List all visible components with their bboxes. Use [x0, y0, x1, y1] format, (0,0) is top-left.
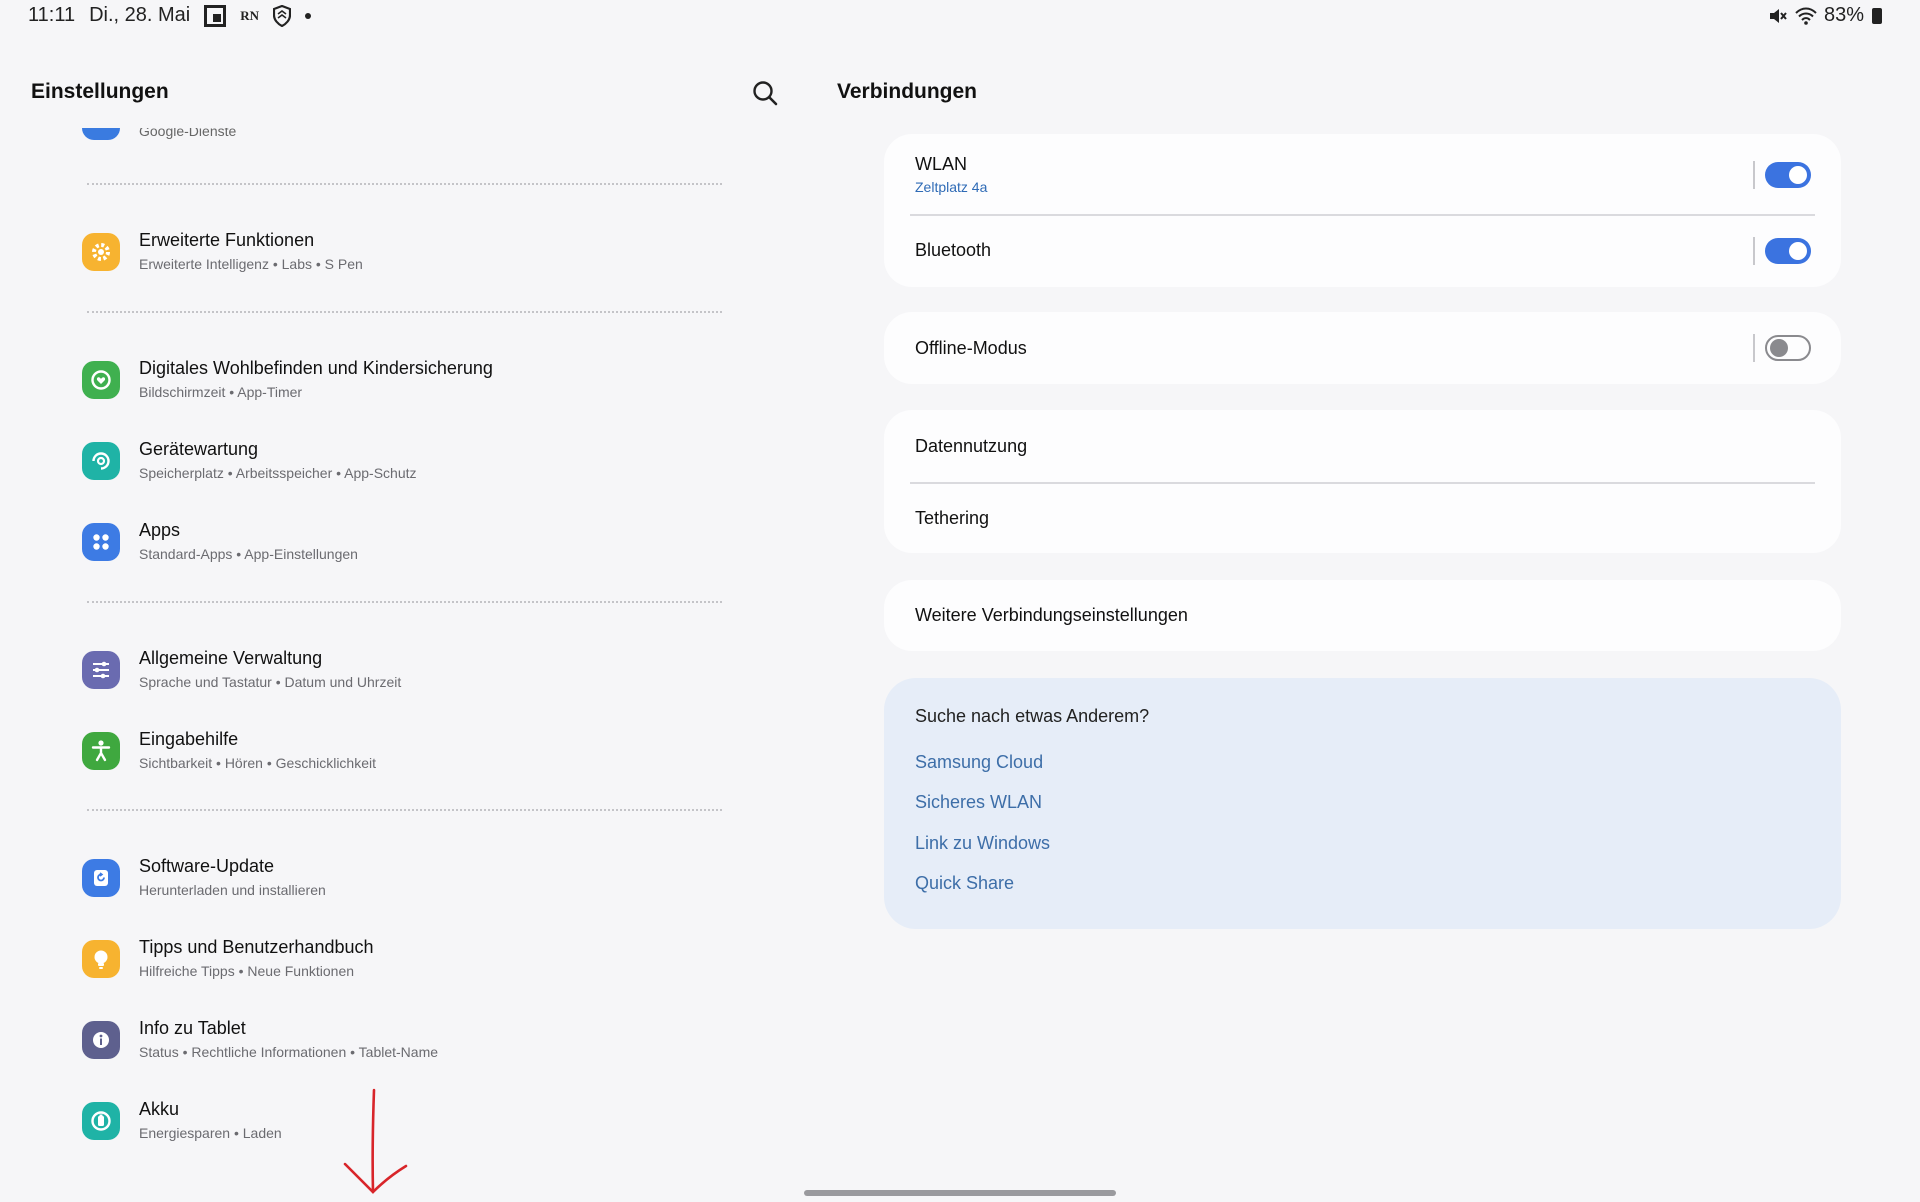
- bluetooth-row[interactable]: Bluetooth: [884, 216, 1841, 286]
- more-connection-settings-label: Weitere Verbindungseinstellungen: [915, 605, 1188, 625]
- item-title: Erweiterte Funktionen: [139, 230, 315, 250]
- settings-item-tips[interactable]: Tipps und Benutzerhandbuch Hilfreiche Ti…: [82, 930, 722, 990]
- row-separator: [1753, 237, 1755, 265]
- search-icon: [753, 81, 778, 106]
- item-title: Digitales Wohlbefinden und Kindersicheru…: [139, 358, 493, 378]
- bluetooth-label: Bluetooth: [915, 240, 992, 260]
- settings-item-about-tablet[interactable]: Info zu Tablet Status • Rechtliche Infor…: [82, 1011, 722, 1071]
- wellbeing-icon: [82, 361, 120, 399]
- group-divider: [87, 809, 722, 811]
- item-subtitle: Bildschirmzeit • App-Timer: [139, 384, 303, 400]
- item-subtitle: Sprache und Tastatur • Datum und Uhrzeit: [139, 674, 402, 690]
- gear-icon: [82, 233, 120, 271]
- list-item-google-services[interactable]: Google-Dienste: [82, 128, 722, 142]
- wlan-toggle[interactable]: [1765, 162, 1811, 188]
- link-secure-wifi[interactable]: Sicheres WLAN: [915, 792, 1042, 813]
- mute-icon: [1769, 8, 1787, 23]
- group-divider: [87, 183, 722, 185]
- status-bar: 11:11 Di., 28. Mai RN 83%: [0, 0, 1920, 34]
- google-services-icon: [82, 128, 120, 140]
- clock: 11:11: [28, 4, 76, 26]
- wlan-row[interactable]: WLAN Zeltplatz 4a: [884, 134, 1841, 214]
- sliders-icon: [82, 651, 120, 689]
- battery-status-icon: [1872, 7, 1882, 24]
- settings-item-apps[interactable]: Apps Standard-Apps • App-Einstellungen: [82, 513, 722, 573]
- settings-item-accessibility[interactable]: Eingabehilfe Sichtbarkeit • Hören • Gesc…: [82, 722, 722, 782]
- rn-notification-icon: RN: [240, 7, 260, 23]
- scroll-down-annotation-arrow: [343, 1088, 408, 1194]
- item-title: Allgemeine Verwaltung: [139, 648, 323, 668]
- lightbulb-icon: [82, 940, 120, 978]
- device-care-icon: [82, 442, 120, 480]
- search-button[interactable]: [750, 78, 780, 108]
- row-separator: [1753, 334, 1755, 362]
- suggestions-title: Suche nach etwas Anderem?: [915, 706, 1150, 726]
- settings-item-device-care[interactable]: Gerätewartung Speicherplatz • Arbeitsspe…: [82, 432, 722, 492]
- more-notifications-icon: [305, 12, 312, 19]
- item-title: Apps: [139, 520, 181, 540]
- apps-icon: [82, 523, 120, 561]
- settings-item-digital-wellbeing[interactable]: Digitales Wohlbefinden und Kindersicheru…: [82, 351, 722, 411]
- wireless-card: WLAN Zeltplatz 4a Bluetooth: [884, 134, 1841, 287]
- data-card: Datennutzung Tethering: [884, 410, 1841, 553]
- offline-mode-label: Offline-Modus: [915, 338, 1027, 358]
- item-subtitle: Hilfreiche Tipps • Neue Funktionen: [139, 963, 355, 979]
- info-icon: [82, 1021, 120, 1059]
- item-title: Info zu Tablet: [139, 1018, 246, 1038]
- data-usage-label: Datennutzung: [915, 436, 1028, 456]
- more-settings-card: Weitere Verbindungseinstellungen: [884, 580, 1841, 651]
- wlan-label: WLAN: [915, 154, 968, 174]
- settings-item-advanced-features[interactable]: Erweiterte Funktionen Erweiterte Intelli…: [82, 223, 722, 283]
- shield-icon: [273, 4, 292, 27]
- bluetooth-toggle[interactable]: [1765, 238, 1811, 264]
- suggestions-card: Suche nach etwas Anderem? Samsung Cloud …: [884, 678, 1841, 929]
- more-connection-settings-row[interactable]: Weitere Verbindungseinstellungen: [884, 580, 1841, 651]
- tethering-row[interactable]: Tethering: [884, 484, 1841, 553]
- item-title: Eingabehilfe: [139, 729, 239, 749]
- item-subtitle: Speicherplatz • Arbeitsspeicher • App-Sc…: [139, 465, 417, 481]
- item-subtitle: Erweiterte Intelligenz • Labs • S Pen: [139, 256, 363, 272]
- settings-item-software-update[interactable]: Software-Update Herunterladen und instal…: [82, 849, 722, 909]
- list-item-label: Google-Dienste: [139, 128, 237, 139]
- offline-mode-toggle[interactable]: [1765, 335, 1811, 361]
- battery-icon: [82, 1102, 120, 1140]
- item-title: Akku: [139, 1099, 180, 1119]
- home-gesture-handle[interactable]: [804, 1190, 1116, 1196]
- group-divider: [87, 601, 722, 603]
- offline-card: Offline-Modus: [884, 312, 1841, 384]
- row-separator: [1753, 161, 1755, 189]
- link-samsung-cloud[interactable]: Samsung Cloud: [915, 752, 1043, 773]
- page-title: Einstellungen: [31, 80, 169, 103]
- detail-title: Verbindungen: [837, 80, 978, 103]
- link-to-windows[interactable]: Link zu Windows: [915, 833, 1050, 854]
- item-subtitle: Standard-Apps • App-Einstellungen: [139, 546, 358, 562]
- status-left: 11:11 Di., 28. Mai RN: [28, 4, 312, 27]
- flipboard-icon: [204, 4, 227, 27]
- data-usage-row[interactable]: Datennutzung: [884, 410, 1841, 482]
- item-subtitle: Sichtbarkeit • Hören • Geschicklichkeit: [139, 755, 377, 771]
- battery-percent: 83%: [1823, 4, 1864, 26]
- wlan-network-name: Zeltplatz 4a: [915, 179, 988, 195]
- item-title: Software-Update: [139, 856, 275, 876]
- accessibility-icon: [82, 732, 120, 770]
- status-right: 83%: [1768, 4, 1882, 27]
- software-update-icon: [82, 859, 120, 897]
- item-title: Gerätewartung: [139, 439, 259, 459]
- item-subtitle: Herunterladen und installieren: [139, 882, 326, 898]
- link-quick-share[interactable]: Quick Share: [915, 873, 1014, 894]
- item-subtitle: Energiesparen • Laden: [139, 1125, 282, 1141]
- wifi-icon: [1795, 7, 1817, 25]
- item-subtitle: Status • Rechtliche Informationen • Tabl…: [139, 1044, 439, 1060]
- group-divider: [87, 311, 722, 313]
- settings-item-general-management[interactable]: Allgemeine Verwaltung Sprache und Tastat…: [82, 641, 722, 701]
- item-title: Tipps und Benutzerhandbuch: [139, 937, 374, 957]
- offline-mode-row[interactable]: Offline-Modus: [884, 312, 1841, 384]
- date: Di., 28. Mai: [89, 4, 191, 26]
- tethering-label: Tethering: [915, 508, 990, 528]
